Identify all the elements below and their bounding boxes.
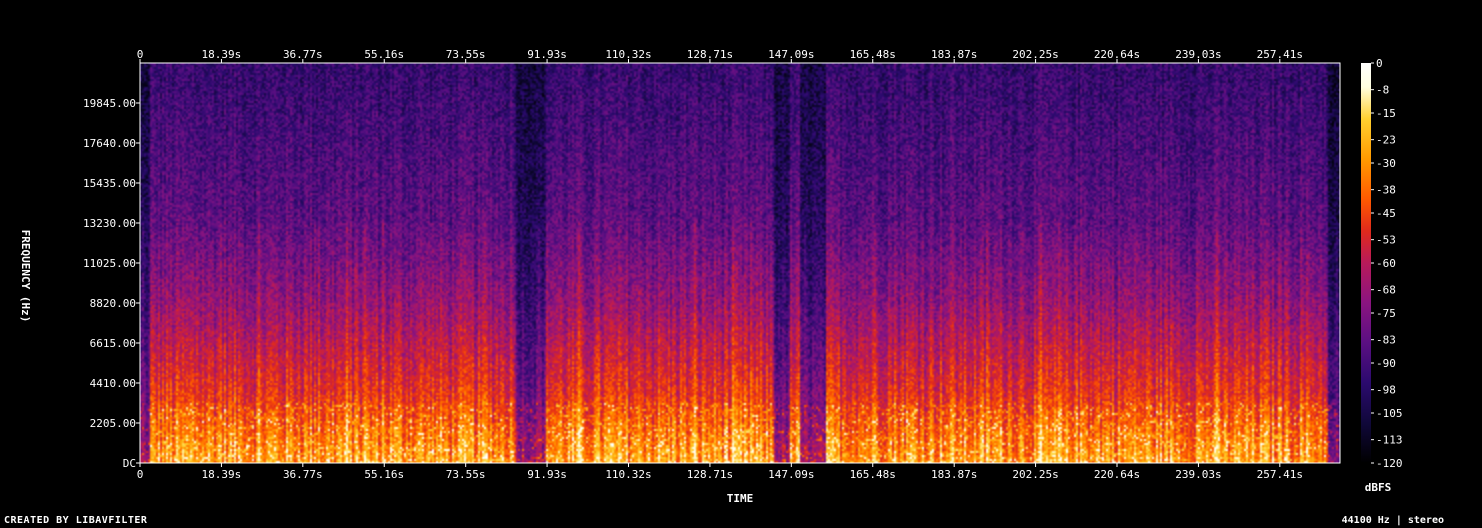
x-tick-label-top: 239.03s <box>1175 48 1221 61</box>
y-tick-label: 17640.00 <box>83 137 136 150</box>
y-tick-label: 8820.00 <box>90 297 136 310</box>
x-tick-label-top: 73.55s <box>446 48 486 61</box>
x-tick-label-bottom: 239.03s <box>1175 468 1221 481</box>
colorbar-tick-label: -15 <box>1376 107 1396 120</box>
colorbar-tick-label: -53 <box>1376 234 1396 247</box>
colorbar-tick-label: -45 <box>1376 207 1396 220</box>
x-tick-label-top: 91.93s <box>527 48 567 61</box>
y-tick-label: 6615.00 <box>90 337 136 350</box>
colorbar-tick-label: -30 <box>1376 157 1396 170</box>
x-tick-label-top: 220.64s <box>1094 48 1140 61</box>
x-tick-label-bottom: 55.16s <box>364 468 404 481</box>
x-tick-label-bottom: 183.87s <box>931 468 977 481</box>
x-tick-label-top: 183.87s <box>931 48 977 61</box>
colorbar-tick-label: -83 <box>1376 334 1396 347</box>
colorbar-tick-label: 0 <box>1376 57 1383 70</box>
x-tick-label-bottom: 110.32s <box>605 468 651 481</box>
y-tick-label: 11025.00 <box>83 257 136 270</box>
colorbar-tick-label: -120 <box>1376 457 1403 470</box>
x-tick-label-top: 257.41s <box>1257 48 1303 61</box>
credit-text: CREATED BY LIBAVFILTER <box>4 515 148 526</box>
x-tick-label-top: 0 <box>137 48 144 61</box>
x-tick-label-top: 128.71s <box>687 48 733 61</box>
colorbar-tick-label: -90 <box>1376 357 1396 370</box>
y-axis: DC 2205.00 4410.00 6615.00 8820.00 11025.00 13… <box>83 97 140 470</box>
y-axis-label: FREQUENCY (Hz) <box>19 230 32 323</box>
colorbar-tick-label: -75 <box>1376 307 1396 320</box>
colorbar-ticks: 0 -8 -15 -23 -30 -38 -45 -53 -60 -68 -75 -83 -90 -98 -… <box>1371 57 1403 470</box>
spectrogram-chart: 0 18.39s 36.77s 55.16s 73.55s 91.93s 110.32s 12… <box>19 48 1403 505</box>
spectrogram-heatmap <box>140 63 1340 463</box>
colorbar: 0 -8 -15 -23 -30 -38 -45 -53 -60 -68 -75 -83 -90 -98 -… <box>1361 57 1403 494</box>
x-tick-label-bottom: 91.93s <box>527 468 567 481</box>
x-axis-top: 0 18.39s 36.77s 55.16s 73.55s 91.93s 110.32s 12… <box>137 48 1303 63</box>
y-tick-label: DC <box>123 457 136 470</box>
x-tick-label-bottom: 257.41s <box>1257 468 1303 481</box>
x-tick-label-top: 147.09s <box>768 48 814 61</box>
colorbar-tick-label: -113 <box>1376 434 1403 447</box>
y-tick-label: 19845.00 <box>83 97 136 110</box>
x-axis-bottom: 0 18.39s 36.77s 55.16s 73.55s 91.93s 110.32s 12… <box>137 463 1303 481</box>
x-tick-label-bottom: 220.64s <box>1094 468 1140 481</box>
y-tick-label: 2205.00 <box>90 417 136 430</box>
x-tick-label-top: 110.32s <box>605 48 651 61</box>
colorbar-tick-label: -23 <box>1376 134 1396 147</box>
colorbar-tick-label: -68 <box>1376 284 1396 297</box>
x-tick-label-bottom: 18.39s <box>202 468 242 481</box>
colorbar-tick-label: -98 <box>1376 384 1396 397</box>
x-tick-label-top: 202.25s <box>1012 48 1058 61</box>
y-tick-label: 13230.00 <box>83 217 136 230</box>
spectrogram-plot <box>139 62 1341 464</box>
x-tick-label-bottom: 165.48s <box>850 468 896 481</box>
y-tick-label: 4410.00 <box>90 377 136 390</box>
x-tick-label-top: 18.39s <box>202 48 242 61</box>
x-tick-label-bottom: 73.55s <box>446 468 486 481</box>
x-tick-label-bottom: 147.09s <box>768 468 814 481</box>
audio-format-text: 44100 Hz | stereo <box>1341 515 1444 526</box>
colorbar-tick-label: -8 <box>1376 84 1389 97</box>
x-tick-label-bottom: 128.71s <box>687 468 733 481</box>
colorbar-tick-label: -60 <box>1376 257 1396 270</box>
x-tick-label-bottom: 202.25s <box>1012 468 1058 481</box>
y-tick-label: 15435.00 <box>83 177 136 190</box>
x-tick-label-top: 36.77s <box>283 48 323 61</box>
x-tick-label-bottom: 0 <box>137 468 144 481</box>
x-axis-label: TIME <box>727 492 754 505</box>
colorbar-gradient <box>1361 63 1371 463</box>
colorbar-tick-label: -105 <box>1376 407 1403 420</box>
colorbar-label: dBFS <box>1365 481 1392 494</box>
colorbar-tick-label: -38 <box>1376 184 1396 197</box>
x-tick-label-top: 55.16s <box>364 48 404 61</box>
x-tick-label-bottom: 36.77s <box>283 468 323 481</box>
x-tick-label-top: 165.48s <box>850 48 896 61</box>
